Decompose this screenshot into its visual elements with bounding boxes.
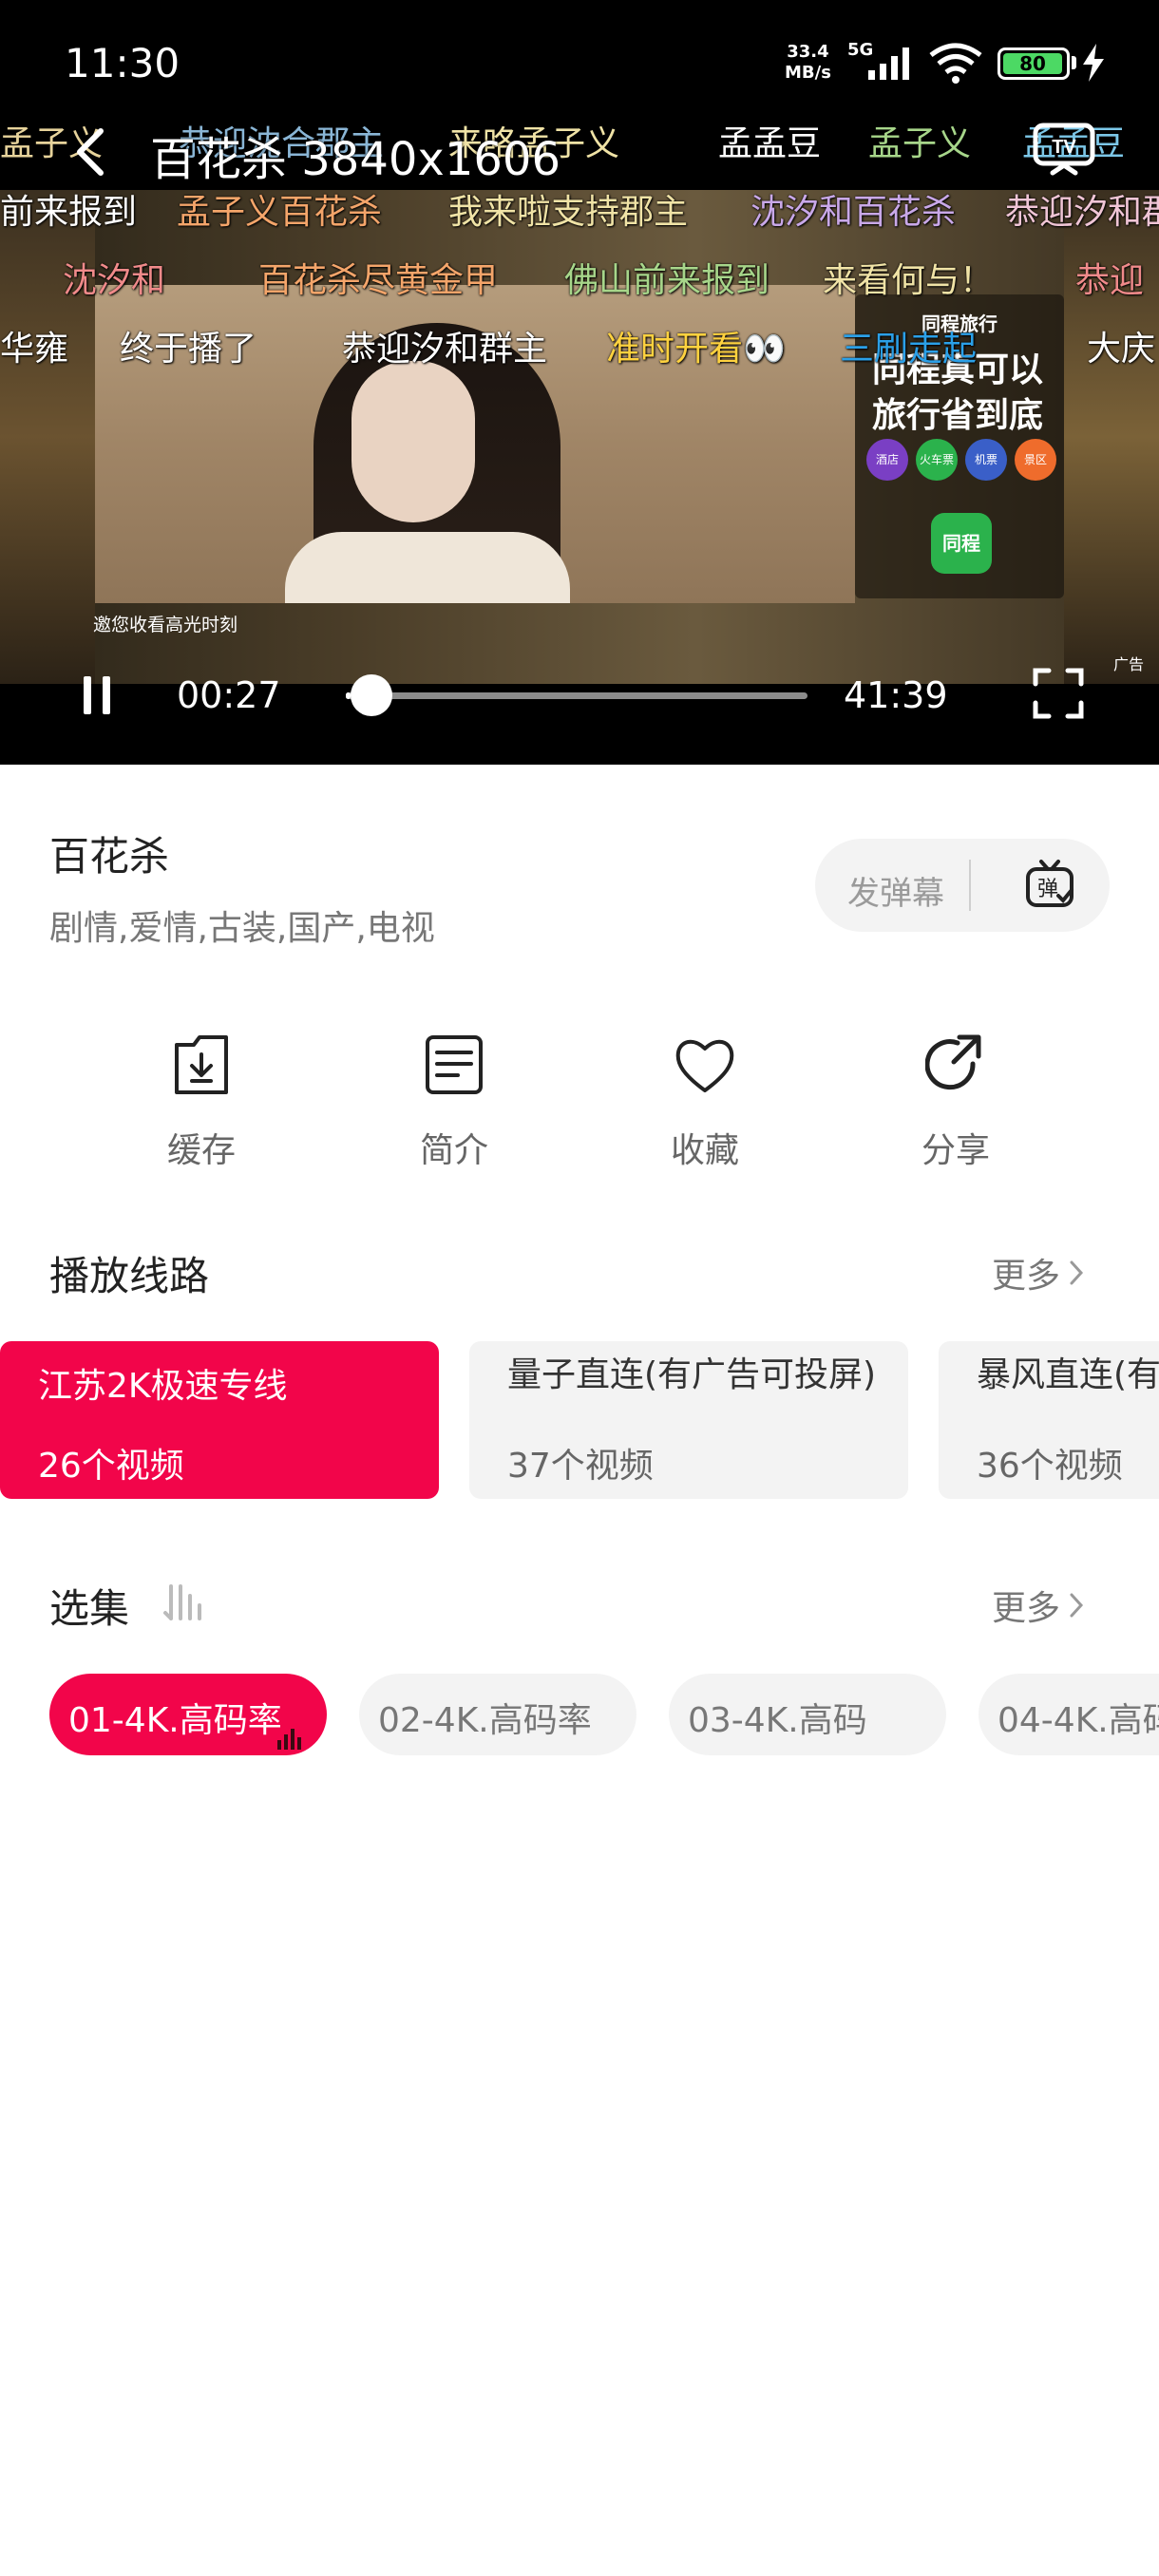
episode-chip[interactable]: 03-4K.高码	[669, 1674, 946, 1755]
play-line-name: 江苏2K极速专线	[38, 1367, 288, 1406]
danmaku-placeholder: 发弹幕	[847, 875, 944, 913]
share-button[interactable]: 分享	[880, 1026, 1032, 1178]
danmaku-comment: 恭迎	[1075, 261, 1145, 300]
video-title: 百花杀 3840x1606	[150, 133, 560, 186]
intro-label: 简介	[419, 1131, 488, 1170]
video-player[interactable]: 同程旅行 同程真可以 旅行省到底 酒店 火车票 机票 景区 同程 广告 邀您收看…	[0, 0, 1159, 765]
danmaku-comment: 沈汐和	[63, 261, 166, 300]
play-line-name: 量子直连(有广告可投屏)	[507, 1355, 877, 1394]
more-label: 更多	[992, 1589, 1061, 1628]
show-title: 百花杀	[49, 833, 170, 880]
battery-icon: 80	[998, 47, 1070, 80]
play-lines-title: 播放线路	[49, 1253, 210, 1299]
danmaku-comment: 前来报到	[0, 193, 138, 232]
danmaku-comment: 华雍	[0, 330, 69, 369]
duration: 41:39	[844, 674, 948, 716]
playing-bars-icon	[277, 1729, 301, 1750]
danmaku-comment: 三刷走起	[840, 330, 978, 369]
share-label: 分享	[921, 1131, 990, 1170]
play-line-count: 26个视频	[38, 1447, 184, 1486]
sort-icon[interactable]	[162, 1582, 203, 1624]
danmaku-comment: 孟孟豆	[718, 124, 822, 163]
danmaku-comment: 孟子义百花杀	[177, 193, 383, 232]
ad-logo: 同程	[931, 513, 992, 574]
actress-robe	[285, 532, 570, 603]
episodes-title: 选集	[49, 1585, 130, 1632]
play-line-count: 37个视频	[507, 1447, 654, 1486]
actress-face	[352, 361, 475, 522]
ad-scenic-icon: 景区	[1015, 439, 1056, 481]
ad-label: 广告	[1113, 655, 1145, 673]
danmaku-comment: 恭迎汐和郡	[1005, 193, 1159, 232]
danmaku-comment: 终于播了	[120, 330, 257, 369]
network-speed-value: 33.4	[787, 42, 829, 62]
play-line-count: 36个视频	[977, 1447, 1123, 1486]
play-line-card[interactable]: 江苏2K极速专线 26个视频	[0, 1341, 439, 1499]
episode-chip[interactable]: 02-4K.高码率	[359, 1674, 636, 1755]
danmaku-comment: 准时开看👀	[606, 330, 786, 369]
status-time: 11:30	[65, 40, 180, 86]
episode-label: 04-4K.高码率	[998, 1701, 1159, 1740]
chevron-right-icon	[1070, 1260, 1084, 1285]
battery-tip	[1072, 56, 1076, 69]
wifi-icon	[929, 43, 982, 84]
ad-hotel-icon: 酒店	[866, 439, 908, 481]
cache-label: 缓存	[166, 1131, 236, 1170]
play-line-card[interactable]: 暴风直连(有广告可投屏) 36个视频	[939, 1341, 1159, 1499]
pause-button[interactable]	[80, 674, 114, 716]
svg-text:TV: TV	[1052, 137, 1076, 158]
favorite-label: 收藏	[670, 1131, 739, 1170]
signal-icon	[868, 47, 909, 80]
danmaku-comment: 恭迎汐和群主	[342, 330, 548, 369]
download-folder-icon	[175, 1035, 228, 1094]
more-label: 更多	[992, 1257, 1061, 1296]
fullscreen-icon[interactable]	[1032, 667, 1085, 720]
danmaku-comment: 沈汐和百花杀	[750, 193, 957, 232]
play-line-card[interactable]: 量子直连(有广告可投屏) 37个视频	[469, 1341, 908, 1499]
progress-thumb[interactable]	[351, 674, 393, 716]
charging-icon	[1083, 44, 1104, 82]
share-icon	[925, 1034, 981, 1090]
divider	[969, 860, 971, 911]
episodes-more[interactable]: 更多	[992, 1581, 1085, 1630]
back-button[interactable]	[66, 123, 114, 180]
episode-label: 03-4K.高码	[688, 1701, 867, 1740]
ad-train-icon: 火车票	[916, 439, 958, 481]
chevron-right-icon	[1070, 1593, 1084, 1618]
danmaku-comment: 来看何与！	[823, 261, 995, 300]
ad-slogan-line2: 旅行省到底	[872, 395, 1044, 435]
danmaku-input[interactable]: 发弹幕 弹	[815, 839, 1110, 932]
episode-label: 02-4K.高码率	[378, 1701, 592, 1740]
current-time: 00:27	[177, 674, 281, 716]
danmaku-comment: 大庆	[1087, 330, 1156, 369]
video-caption: 邀您收看高光时刻	[93, 615, 238, 635]
document-icon	[426, 1035, 483, 1094]
heart-icon	[675, 1039, 734, 1092]
tv-cast-icon[interactable]: TV	[1032, 120, 1096, 177]
progress-bar[interactable]	[346, 692, 808, 699]
network-speed: 33.4 MB/s	[785, 42, 831, 84]
intro-button[interactable]: 简介	[378, 1026, 530, 1178]
battery-level: 80	[1003, 53, 1062, 74]
danmaku-comment: 孟子义	[868, 124, 972, 163]
danmaku-toggle-glyph: 弹	[1037, 878, 1058, 901]
danmaku-comment: 百花杀尽黄金甲	[258, 261, 499, 300]
episode-label: 01-4K.高码率	[68, 1701, 282, 1740]
show-tags: 剧情,爱情,古装,国产,电视	[49, 909, 435, 948]
danmaku-comment: 佛山前来报到	[564, 261, 770, 300]
play-line-name: 暴风直连(有广告可投屏)	[977, 1355, 1159, 1394]
network-speed-unit: MB/s	[785, 63, 831, 83]
ad-flight-icon: 机票	[965, 439, 1007, 481]
episode-chip[interactable]: 04-4K.高码率	[978, 1674, 1159, 1755]
play-lines-more[interactable]: 更多	[992, 1248, 1085, 1297]
favorite-button[interactable]: 收藏	[629, 1026, 781, 1178]
danmaku-comment: 我来啦支持郡主	[448, 193, 689, 232]
danmaku-toggle-icon[interactable]: 弹	[1022, 858, 1077, 913]
cache-button[interactable]: 缓存	[125, 1026, 277, 1178]
